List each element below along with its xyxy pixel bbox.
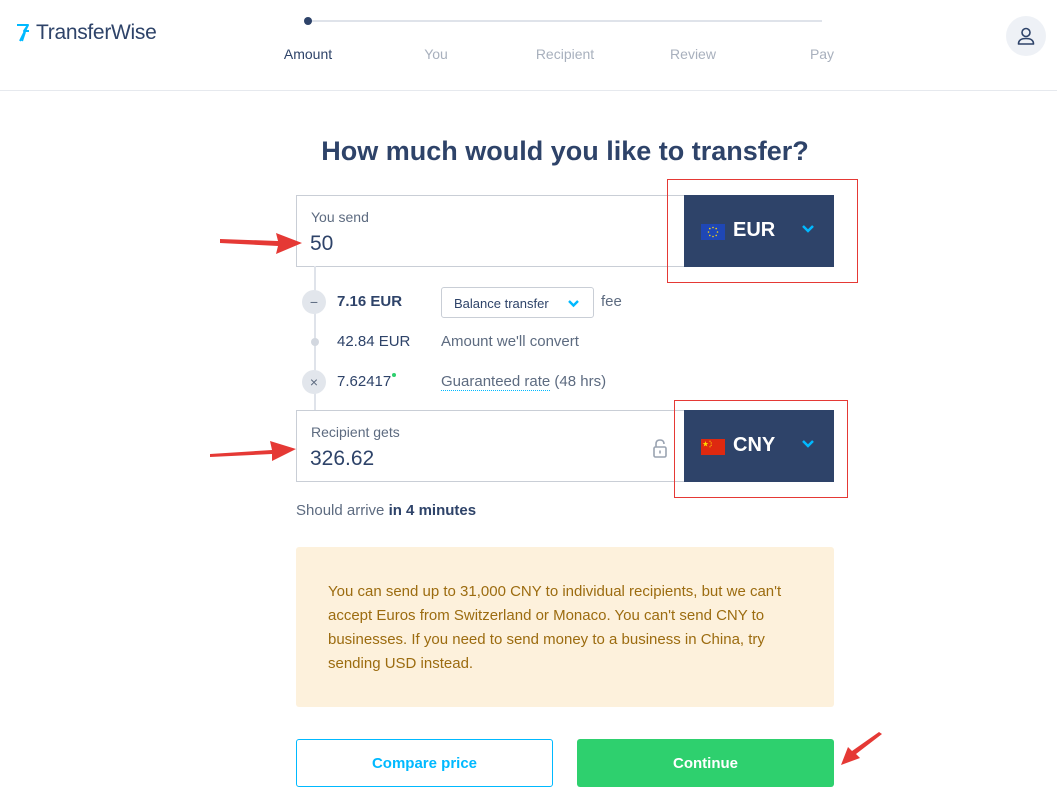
receive-amount-input[interactable]: 326.62	[310, 447, 374, 471]
lock-icon[interactable]	[652, 438, 668, 458]
arrival-prefix: Should arrive	[296, 502, 385, 519]
arrival-eta: in 4 minutes	[388, 502, 477, 519]
rate-duration: (48 hrs)	[554, 373, 607, 390]
user-icon	[1017, 27, 1035, 45]
convert-node	[311, 338, 319, 346]
fee-amount: 7.16 EUR	[337, 293, 403, 310]
times-icon: ×	[302, 370, 326, 394]
receive-amount-field[interactable]: Recipient gets 326.62	[296, 410, 686, 482]
step-recipient: Recipient	[535, 46, 595, 62]
annotation-arrow	[220, 233, 302, 254]
info-notice: You can send up to 31,000 CNY to individ…	[296, 547, 834, 707]
send-amount-field[interactable]: You send 50	[296, 195, 686, 267]
compare-price-button[interactable]: Compare price	[296, 739, 553, 787]
send-label: You send	[311, 209, 369, 225]
brand-name: TransferWise	[36, 21, 157, 44]
minus-icon: −	[302, 290, 326, 314]
fee-suffix: fee	[601, 293, 622, 310]
arrival-estimate: Should arrive in 4 minutes	[296, 502, 476, 519]
progress-stepper: Amount You Recipient Review Pay	[280, 0, 840, 90]
exchange-rate: 7.62417	[337, 373, 392, 390]
brand-logo[interactable]: TransferWise	[16, 18, 157, 48]
top-header: TransferWise Amount You Recipient Review…	[0, 0, 1057, 91]
annotation-arrow	[841, 732, 882, 765]
annotation-box-eur	[667, 179, 858, 283]
step-current-dot	[304, 17, 312, 25]
page-title: How much would you like to transfer?	[321, 136, 809, 166]
account-avatar-button[interactable]	[1006, 16, 1046, 56]
receive-label: Recipient gets	[311, 424, 400, 440]
live-rate-indicator	[392, 373, 396, 377]
step-pay: Pay	[809, 46, 835, 62]
convert-amount: 42.84 EUR	[337, 333, 411, 350]
rate-info: Guaranteed rate (48 hrs)	[441, 373, 607, 391]
notice-text: You can send up to 31,000 CNY to individ…	[328, 583, 782, 672]
transferwise-logo-icon	[17, 24, 29, 42]
fee-method-select[interactable]: Balance transfer	[441, 287, 594, 318]
annotation-arrow	[210, 441, 296, 461]
convert-label: Amount we'll convert	[441, 333, 579, 350]
step-track	[308, 20, 822, 22]
annotation-box-cny	[674, 400, 848, 498]
continue-button[interactable]: Continue	[577, 739, 834, 787]
chevron-down-icon	[568, 300, 579, 308]
step-amount[interactable]: Amount	[284, 46, 332, 62]
send-amount-input[interactable]: 50	[310, 232, 333, 256]
guaranteed-rate-link[interactable]: Guaranteed rate	[441, 373, 551, 391]
fee-method-label: Balance transfer	[454, 296, 549, 311]
step-review: Review	[670, 46, 716, 62]
step-you: You	[424, 46, 448, 62]
